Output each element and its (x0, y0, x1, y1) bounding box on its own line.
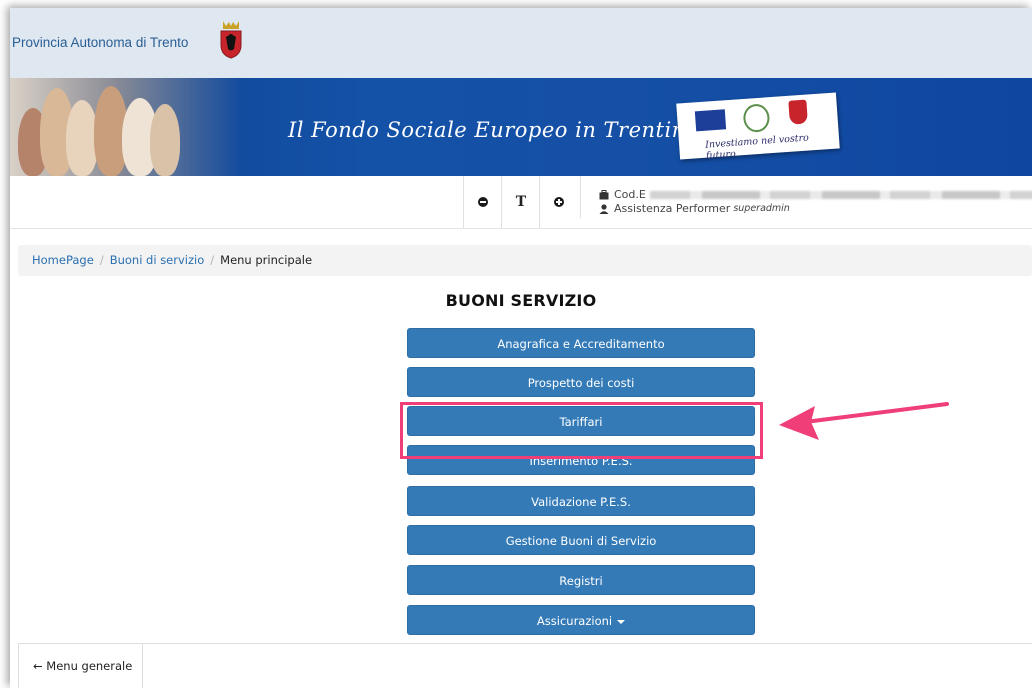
assicurazioni-label: Assicurazioni (536, 614, 613, 628)
font-size-button[interactable]: T (501, 176, 540, 228)
trento-crest-icon (220, 21, 242, 59)
menu-tariffari-button[interactable]: Tariffari (407, 406, 755, 436)
logos-caption: Investiamo nel vostro futuro (704, 132, 810, 162)
user-info: Cod.E Assistenza Performer superadmin (580, 176, 1032, 218)
decrease-font-button[interactable] (463, 176, 502, 228)
briefcase-icon (599, 190, 609, 200)
user-role: superadmin (733, 203, 790, 214)
app-window: Provincia Autonoma di Trento Il Fondo So… (10, 8, 1032, 688)
menu-registri-button[interactable]: Registri (407, 565, 755, 595)
increase-font-button[interactable] (539, 176, 578, 228)
font-size-icon: T (515, 194, 527, 210)
breadcrumb-buoni-di-servizio[interactable]: Buoni di servizio (110, 253, 205, 267)
banner-photo (10, 78, 242, 176)
page-title: BUONI SERVIZIO (445, 291, 597, 310)
banner-title: Il Fondo Sociale Europeo in Trentino (288, 118, 699, 142)
user-icon (599, 204, 609, 214)
menu-anagrafica-button[interactable]: Anagrafica e Accreditamento (407, 328, 755, 358)
menu-gestione-buoni-button[interactable]: Gestione Buoni di Servizio (407, 525, 755, 555)
annotation-arrow-icon (779, 402, 949, 440)
trento-crest-small-icon (788, 99, 808, 125)
plus-circle-icon (554, 197, 564, 207)
toolbar: T Cod.E Assistenza Performer superadmin (10, 176, 1032, 229)
user-code: Cod.E (614, 188, 646, 201)
user-name: Assistenza Performer (614, 202, 731, 215)
banner: Il Fondo Sociale Europeo in Trentino Inv… (10, 78, 1032, 176)
user-code-redacted (649, 191, 1032, 199)
bottom-panel: ← Menu generale (18, 643, 1032, 688)
menu-inserimento-pes-button[interactable]: Inserimento P.E.S. (407, 445, 755, 475)
breadcrumb: HomePage / Buoni di servizio / Menu principa… (18, 245, 1032, 276)
menu-prospetto-costi-button[interactable]: Prospetto dei costi (407, 367, 755, 397)
funding-logos: Investiamo nel vostro futuro (676, 92, 840, 162)
menu-assicurazioni-button[interactable]: Assicurazioni (407, 605, 755, 635)
org-title[interactable]: Provincia Autonoma di Trento (12, 35, 188, 50)
eu-flag-icon (694, 109, 727, 132)
menu-generale-back-button[interactable]: ← Menu generale (18, 644, 143, 688)
minus-circle-icon (478, 197, 488, 207)
breadcrumb-homepage[interactable]: HomePage (32, 253, 94, 267)
italy-emblem-icon (742, 103, 771, 133)
top-bar: Provincia Autonoma di Trento (10, 8, 1032, 79)
menu-validazione-pes-button[interactable]: Validazione P.E.S. (407, 486, 755, 516)
breadcrumb-current: Menu principale (220, 253, 313, 267)
caret-down-icon (617, 619, 626, 624)
